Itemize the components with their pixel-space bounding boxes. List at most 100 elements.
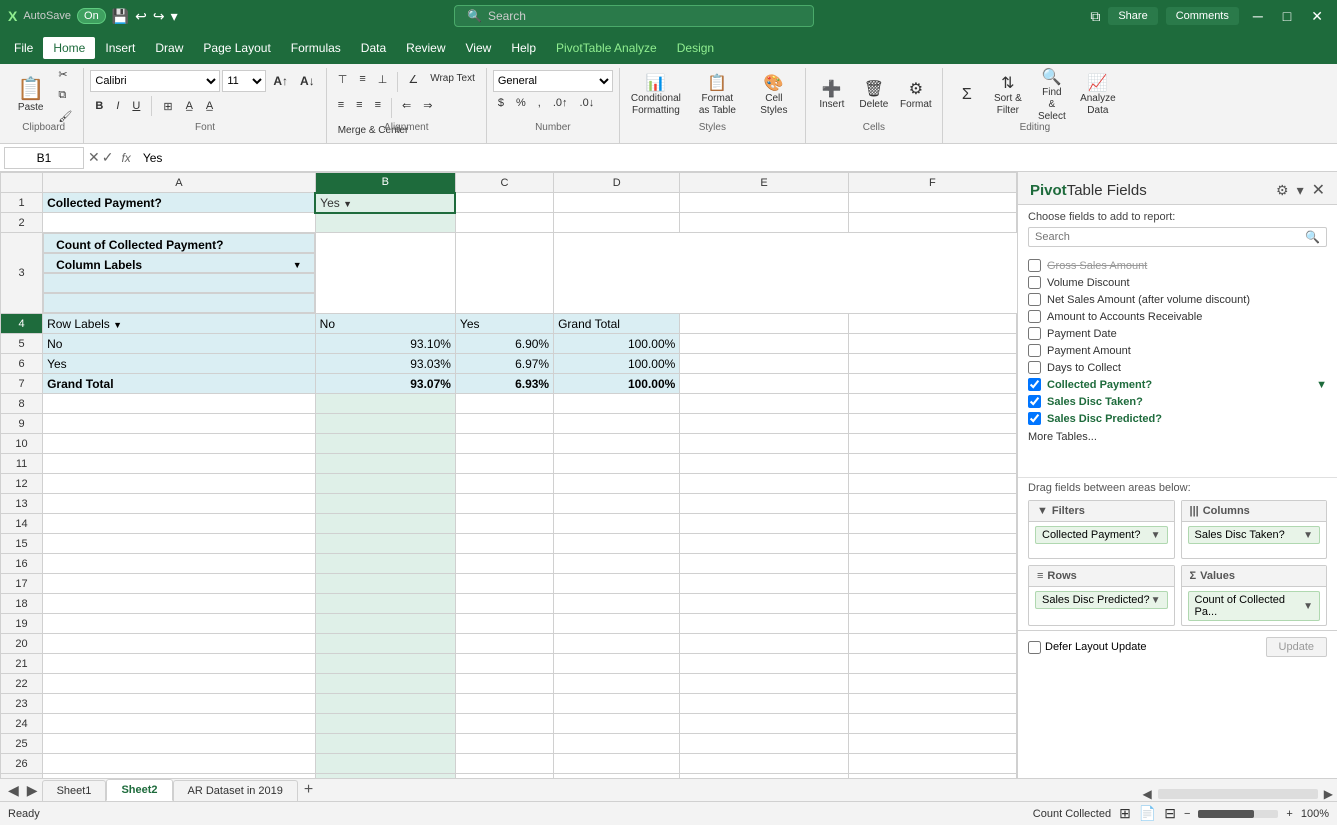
row-header-3[interactable]: 3: [1, 233, 43, 314]
row-header-8[interactable]: 8: [1, 394, 43, 414]
menu-review[interactable]: Review: [396, 37, 455, 59]
align-center-button[interactable]: ≡: [351, 96, 367, 120]
defer-update-checkbox[interactable]: [1028, 641, 1041, 654]
cell-d5[interactable]: 100.00%: [554, 334, 680, 354]
page-break-icon[interactable]: ⊟: [1164, 805, 1176, 822]
cell-c3[interactable]: [43, 273, 315, 293]
cell-d2[interactable]: [554, 213, 680, 233]
zoom-decrease-icon[interactable]: −: [1184, 808, 1190, 820]
underline-button[interactable]: U: [127, 97, 145, 115]
cell-a5[interactable]: No: [43, 334, 316, 354]
cell-b2[interactable]: [315, 213, 455, 233]
percent-button[interactable]: %: [511, 94, 531, 112]
autosum-button[interactable]: Σ: [949, 70, 985, 120]
find-select-button[interactable]: 🔍 Find & Select: [1031, 62, 1073, 128]
insert-button[interactable]: ➕ Insert: [812, 70, 852, 120]
scroll-left-icon[interactable]: ◀: [1143, 787, 1152, 801]
spreadsheet-wrapper[interactable]: A B C D E F 1 Collected Payment? Yes ▼: [0, 172, 1017, 778]
menu-data[interactable]: Data: [351, 37, 396, 59]
cell-e6[interactable]: [680, 354, 848, 374]
tab-sheet1[interactable]: Sheet1: [42, 780, 107, 801]
zoom-slider[interactable]: [1198, 810, 1278, 818]
col-header-b[interactable]: B: [315, 173, 455, 193]
cell-d3[interactable]: [43, 293, 315, 313]
cell-c1[interactable]: [455, 193, 553, 213]
maximize-button[interactable]: □: [1277, 6, 1297, 26]
menu-pivottable-analyze[interactable]: PivotTable Analyze: [546, 37, 667, 59]
search-box[interactable]: 🔍 Search: [454, 5, 814, 27]
align-top-button[interactable]: ⊤: [333, 70, 353, 94]
increase-decimal-button[interactable]: .0↑: [548, 94, 573, 112]
wrap-text-button[interactable]: Wrap Text: [425, 70, 480, 94]
currency-button[interactable]: $: [493, 94, 509, 112]
pivot-area-filters-content[interactable]: Collected Payment? ▼: [1029, 522, 1174, 558]
cell-b3[interactable]: Column Labels ▼: [43, 253, 315, 273]
sheet-nav-prev[interactable]: ◀: [4, 780, 23, 801]
paste-button[interactable]: 📋 Paste: [10, 70, 51, 120]
cell-f6[interactable]: [848, 354, 1016, 374]
align-left-button[interactable]: ≡: [333, 96, 349, 120]
confirm-formula-icon[interactable]: ✓: [102, 149, 114, 166]
field-item-sales-disc-predicted[interactable]: Sales Disc Predicted?: [1028, 410, 1327, 427]
field-item-days-to-collect[interactable]: Days to Collect: [1028, 359, 1327, 376]
field-checkbox-accounts-receivable[interactable]: [1028, 310, 1041, 323]
pivot-chip-sales-disc-taken[interactable]: Sales Disc Taken? ▼: [1188, 526, 1321, 544]
cancel-formula-icon[interactable]: ✕: [88, 149, 100, 166]
row-header-4[interactable]: 4: [1, 314, 43, 334]
field-checkbox-payment-amount[interactable]: [1028, 344, 1041, 357]
field-item-sales-disc-taken[interactable]: Sales Disc Taken?: [1028, 393, 1327, 410]
cell-c6[interactable]: 6.97%: [455, 354, 553, 374]
field-checkbox-volume-discount[interactable]: [1028, 276, 1041, 289]
menu-home[interactable]: Home: [43, 37, 95, 59]
cell-e4[interactable]: [680, 314, 848, 334]
cell-b1[interactable]: Yes ▼: [315, 193, 455, 213]
cell-e1[interactable]: [680, 193, 848, 213]
row-header-6[interactable]: 6: [1, 354, 43, 374]
update-button[interactable]: Update: [1266, 637, 1327, 657]
tab-sheet2[interactable]: Sheet2: [106, 779, 172, 801]
align-bottom-button[interactable]: ⊥: [373, 70, 393, 94]
cell-d1[interactable]: [554, 193, 680, 213]
italic-button[interactable]: I: [111, 97, 124, 115]
restore-icon[interactable]: ⧉: [1090, 8, 1100, 25]
cell-e2[interactable]: [680, 213, 848, 233]
cell-b7[interactable]: 93.07%: [315, 374, 455, 394]
menu-design[interactable]: Design: [667, 37, 724, 59]
sheet-nav-next[interactable]: ▶: [23, 780, 42, 801]
cell-c2[interactable]: [455, 213, 553, 233]
field-checkbox-sales-disc-predicted[interactable]: [1028, 412, 1041, 425]
field-checkbox-gross-sales[interactable]: [1028, 259, 1041, 272]
col-header-e[interactable]: E: [680, 173, 848, 193]
sort-filter-button[interactable]: ⇅ Sort & Filter: [987, 68, 1029, 122]
field-checkbox-payment-date[interactable]: [1028, 327, 1041, 340]
cell-d4[interactable]: Grand Total: [554, 314, 680, 334]
decrease-font-button[interactable]: A↓: [295, 71, 320, 91]
cell-c4[interactable]: Yes: [455, 314, 553, 334]
horizontal-scrollbar[interactable]: [1158, 789, 1318, 799]
pivot-field-list[interactable]: Gross Sales Amount Volume Discount Net S…: [1018, 257, 1337, 477]
autosave-toggle[interactable]: On: [77, 8, 106, 24]
menu-file[interactable]: File: [4, 37, 43, 59]
fill-color-button[interactable]: A̲: [181, 97, 198, 115]
field-item-accounts-receivable[interactable]: Amount to Accounts Receivable: [1028, 308, 1327, 325]
cell-b5[interactable]: 93.10%: [315, 334, 455, 354]
cell-styles-button[interactable]: 🎨 Cell Styles: [749, 68, 799, 122]
redo-icon[interactable]: ↪: [153, 8, 165, 25]
pivot-collapse-icon[interactable]: ▾: [1297, 182, 1304, 199]
pivot-chip-count-collected[interactable]: Count of Collected Pa... ▼: [1188, 591, 1321, 621]
analyze-data-button[interactable]: 📈 Analyze Data: [1075, 68, 1121, 122]
field-checkbox-net-sales[interactable]: [1028, 293, 1041, 306]
menu-view[interactable]: View: [456, 37, 502, 59]
align-right-button[interactable]: ≡: [370, 96, 386, 120]
menu-formulas[interactable]: Formulas: [281, 37, 351, 59]
col-header-c[interactable]: C: [455, 173, 553, 193]
font-size-select[interactable]: 11: [222, 70, 266, 92]
cell-d6[interactable]: 100.00%: [554, 354, 680, 374]
pivot-chip-sales-disc-predicted[interactable]: Sales Disc Predicted? ▼: [1035, 591, 1168, 609]
cell-f7[interactable]: [848, 374, 1016, 394]
row-header-5[interactable]: 5: [1, 334, 43, 354]
font-color-button[interactable]: A̲: [201, 97, 218, 115]
pivot-area-values-content[interactable]: Count of Collected Pa... ▼: [1182, 587, 1327, 625]
close-button[interactable]: ✕: [1305, 6, 1329, 27]
more-icon[interactable]: ▾: [171, 8, 178, 25]
